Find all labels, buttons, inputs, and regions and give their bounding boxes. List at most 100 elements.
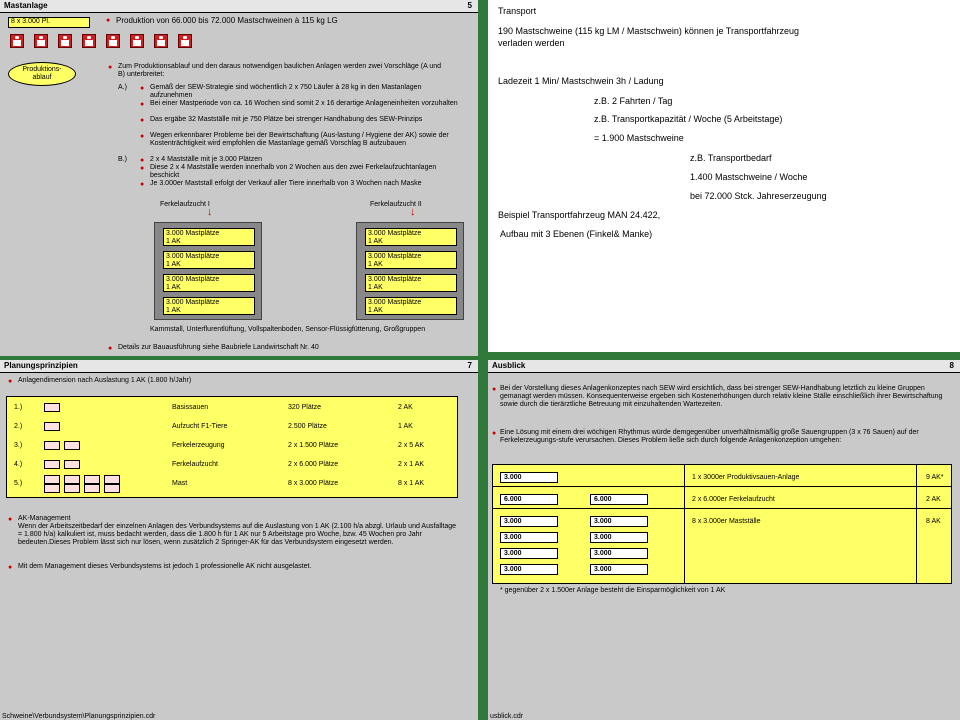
person-icon <box>154 34 168 48</box>
table-row: 1.) Basissauen 320 Plätze 2 AK <box>14 402 413 412</box>
transport-line: z.B. Transportbedarf <box>690 153 772 163</box>
unit-square <box>44 421 60 431</box>
details-note: Details zur Bauausführung siehe Baubrief… <box>118 344 319 351</box>
unit-square <box>64 475 80 484</box>
slide-title-bar: Planungsprinzipien 7 <box>0 360 478 373</box>
table-row: 2.) Aufzucht F1-Tiere 2.500 Plätze 1 AK <box>14 421 413 431</box>
outlook-paragraph: Bei der Vorstellung dieses Anlagenkonzep… <box>500 385 943 408</box>
transport-line: = 1.900 Mastschweine <box>594 133 684 143</box>
footnote: * gegenüber 2 x 1.500er Anlage besteht d… <box>500 587 726 594</box>
person-icon <box>106 34 120 48</box>
unit-square <box>104 484 120 494</box>
ak-management-text: Wenn der Arbeitszeitbedarf der einzelnen… <box>18 523 457 546</box>
row-divider <box>492 486 952 487</box>
slide-mastanlage: Mastanlage 5 8 x 3.000 Pl. ● Produktion … <box>0 0 478 356</box>
dimension-heading: Anlagendimension nach Auslastung 1 AK (1… <box>18 377 192 384</box>
capacity-label: 8 x 3.000 Pl. <box>8 17 90 28</box>
concept-row-text: 8 x 3.000er Mastställe <box>692 518 761 525</box>
table-row: 3.) Ferkelerzeugung 2 x 1.500 Plätze 2 x… <box>14 440 425 450</box>
concept-row-ak: 9 AK* <box>926 474 944 481</box>
a-item: Gemäß der SEW-Strategie sind wöchentlich… <box>150 84 422 99</box>
intro-text: Zum Produktionsablauf und den daraus not… <box>118 63 441 78</box>
transport-line: z.B. 2 Fahrten / Tag <box>594 96 673 106</box>
stall-left-title: Ferkelaufzucht I <box>160 201 210 208</box>
transport-line: bei 72.000 Stck. Jahreserzeugung <box>690 191 827 201</box>
capacity-box: 3.000 <box>500 564 558 575</box>
person-icon <box>130 34 144 48</box>
table-row: 4.) Ferkelaufzucht 2 x 6.000 Plätze 2 x … <box>14 459 425 469</box>
transport-line: z.B. Transportkapazität / Woche (5 Arbei… <box>594 114 783 124</box>
table-row: 5.) Mast 8 x 3.000 Plätze 8 x 1 AK <box>8 475 456 494</box>
row-divider <box>492 508 952 509</box>
ak-management-title: AK-Management <box>18 515 71 522</box>
unit-square <box>64 459 80 469</box>
arrow-down-icon: ↓ <box>410 206 416 218</box>
production-bubble: Produktions- ablauf <box>8 62 76 86</box>
capacity-box: 3.000 <box>590 564 648 575</box>
stall-group-right: 3.000 Mastplätze 1 AK 3.000 Mastplätze 1 A… <box>356 222 464 320</box>
concept-row-text: 1 x 3000er Produktivsauen-Anlage <box>692 474 800 481</box>
unit-square <box>44 459 60 469</box>
transport-line: Aufbau mit 3 Ebenen (Finkel& Manke) <box>498 229 653 239</box>
capacity-box: 3.000 <box>500 472 558 483</box>
production-line: Produktion von 66.000 bis 72.000 Mastsch… <box>116 16 338 25</box>
slide-title: Ausblick <box>492 361 526 370</box>
a-item: Wegen erkennbarer Probleme bei der Bewir… <box>150 132 449 147</box>
slide-number: 7 <box>467 361 472 370</box>
stall-description: Kammstall, Unterflurentlüftung, Vollspal… <box>150 326 426 333</box>
slide-transport: Transport 190 Mastschweine (115 kg LM / … <box>488 0 960 352</box>
capacity-box: 6.000 <box>500 494 558 505</box>
concept-row-ak: 8 AK <box>926 518 941 525</box>
transport-line: verladen werden <box>498 38 565 48</box>
concept-row-ak: 2 AK <box>926 496 941 503</box>
capacity-box: 3.000 <box>590 548 648 559</box>
transport-line: 190 Mastschweine (115 kg LM / Mastschwei… <box>498 26 799 36</box>
capacity-box: 3.000 <box>500 516 558 527</box>
unit-square <box>64 440 80 450</box>
capacity-box: 6.000 <box>590 494 648 505</box>
slide-title: Planungsprinzipien <box>4 361 78 370</box>
unit-square <box>44 484 60 494</box>
capacity-box: 3.000 <box>590 516 648 527</box>
column-divider <box>916 464 917 584</box>
unit-square <box>84 484 100 494</box>
arrow-down-icon: ↓ <box>207 206 213 218</box>
slide-title-bar: Ausblick 8 <box>488 360 960 373</box>
capacity-box: 3.000 <box>500 532 558 543</box>
slide-title-bar: Mastanlage 5 <box>0 0 478 13</box>
column-divider <box>684 464 685 584</box>
b-item: 2 x 4 Mastställe mit je 3.000 Plätzen <box>150 156 263 163</box>
option-b-label: B.) <box>118 156 127 163</box>
transport-heading: Transport <box>498 6 537 16</box>
person-icon <box>34 34 48 48</box>
ak-management-note: Mit dem Management dieses Verbundsystems… <box>18 563 312 570</box>
slide-planungsprinzipien: Planungsprinzipien 7 ● Anlagendimension … <box>0 360 478 720</box>
transport-line: 1.400 Mastschweine / Woche <box>690 172 808 182</box>
unit-square <box>44 440 60 450</box>
person-icon <box>178 34 192 48</box>
file-path: Schweine\Verbundsystem\Planungsprinzipie… <box>2 713 156 720</box>
b-item: Diese 2 x 4 Mastställe werden innerhalb … <box>150 164 437 179</box>
capacity-box: 3.000 <box>590 532 648 543</box>
unit-square <box>64 484 80 494</box>
file-path: usblick.cdr <box>490 713 524 720</box>
slide-number: 5 <box>467 1 472 10</box>
unit-square <box>104 475 120 484</box>
a-item: Bei einer Mastperiode von ca. 16 Wochen … <box>150 100 458 107</box>
slide-ausblick: Ausblick 8 ● Bei der Vorstellung dieses … <box>488 360 960 720</box>
slide-title: Mastanlage <box>4 1 48 10</box>
person-icon <box>10 34 24 48</box>
outlook-paragraph: Eine Lösung mit einem drei wöchigen Rhyt… <box>500 429 919 444</box>
stall-group-left: 3.000 Mastplätze 1 AK 3.000 Mastplätze 1 A… <box>154 222 262 320</box>
transport-line: Ladezeit 1 Min/ Mastschwein 3h / Ladung <box>498 76 664 86</box>
b-item: Je 3.000er Maststall erfolgt der Verkauf… <box>150 180 422 187</box>
unit-square <box>44 475 60 484</box>
unit-square <box>84 475 100 484</box>
transport-line: Beispiel Transportfahrzeug MAN 24.422, <box>498 210 661 220</box>
capacity-box: 3.000 <box>500 548 558 559</box>
slide-number: 8 <box>949 361 954 370</box>
person-icon <box>58 34 72 48</box>
option-a-label: A.) <box>118 84 127 91</box>
person-icon <box>82 34 96 48</box>
unit-square <box>44 402 60 412</box>
